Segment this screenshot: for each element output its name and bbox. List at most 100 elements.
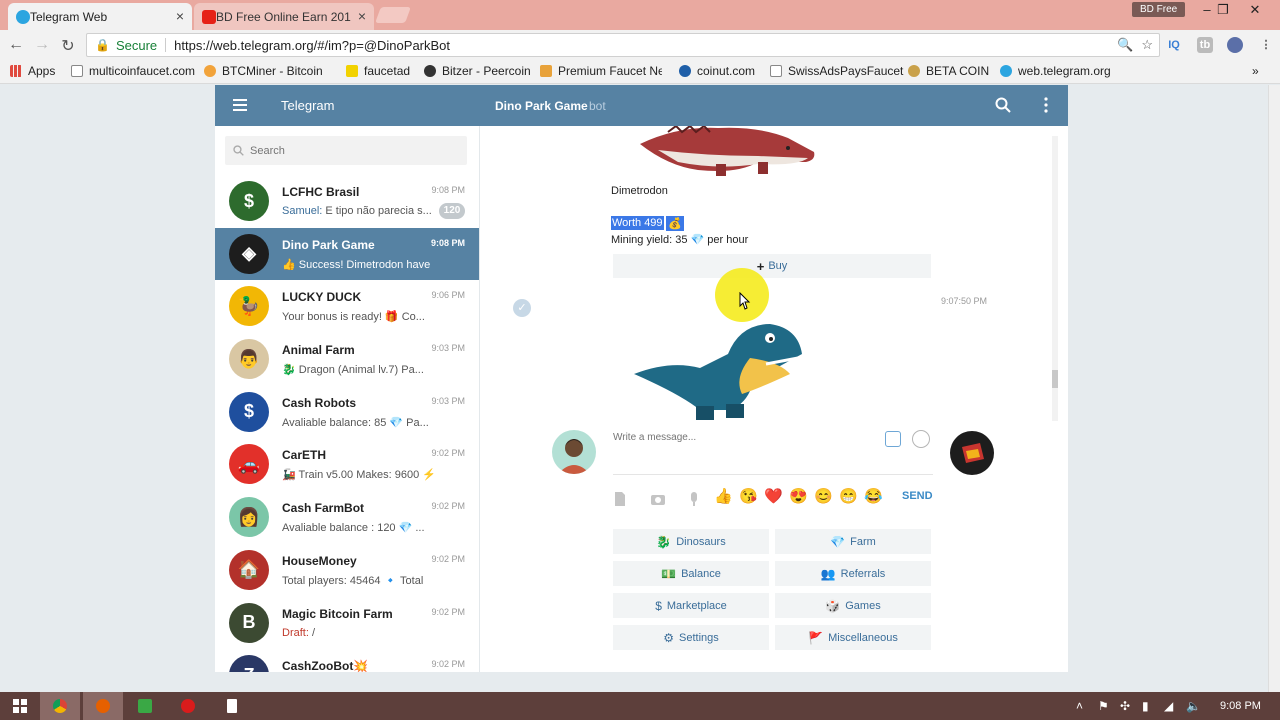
forward-icon[interactable]: → — [32, 36, 52, 54]
dialog-item[interactable]: B Magic Bitcoin Farm 9:02 PM Draft: / — [215, 597, 479, 650]
keyboard-button-balance[interactable]: 💵 Balance — [613, 561, 769, 586]
profile-badge[interactable]: BD Free — [1132, 2, 1186, 17]
bookmark-coinut[interactable]: coinut.com — [679, 64, 755, 78]
bookmark-swissads[interactable]: SwissAdsPaysFaucet — [770, 64, 903, 78]
bookmark-premium-faucet[interactable]: Premium Faucet Netw — [540, 64, 662, 78]
bookmark-apps[interactable]: Apps — [10, 64, 55, 78]
extension-shield-icon[interactable] — [1227, 37, 1243, 53]
message-input[interactable] — [613, 432, 871, 468]
tab-bd-free[interactable]: BD Free Online Earn 201 × — [194, 3, 374, 30]
dialog-name: CashZooBot💥 — [282, 659, 369, 672]
dialog-item[interactable]: 🏠 HouseMoney 9:02 PM Total players: 45464 🔹… — [215, 544, 479, 597]
my-avatar[interactable] — [552, 430, 596, 474]
keyboard-button-marketplace[interactable]: $ Marketplace — [613, 593, 769, 618]
search-input[interactable] — [250, 144, 450, 157]
search-box[interactable] — [225, 136, 467, 165]
send-button[interactable]: SEND — [902, 490, 933, 502]
taskbar-firefox[interactable] — [83, 692, 123, 720]
keyboard-button-settings[interactable]: ⚙ Settings — [613, 625, 769, 650]
attach-file-icon[interactable] — [612, 491, 628, 507]
chat-scrollbar[interactable] — [1052, 136, 1058, 421]
emoji-shortcut[interactable]: 😍 — [789, 488, 808, 506]
bookmark-telegram[interactable]: web.telegram.org — [1000, 64, 1111, 78]
tab-telegram-web[interactable]: Telegram Web × — [8, 3, 192, 30]
reload-icon[interactable]: ↻ — [58, 36, 78, 56]
emoji-shortcut[interactable]: ❤️ — [764, 488, 783, 506]
keyboard-button-farm[interactable]: 💎 Farm — [775, 529, 931, 554]
start-button[interactable] — [0, 692, 40, 720]
camera-icon[interactable] — [650, 491, 666, 507]
dinosaur-sticker[interactable] — [630, 314, 810, 422]
flag-icon[interactable]: ⚑ — [1098, 699, 1109, 713]
dialog-item[interactable]: 🦆 LUCKY DUCK 9:06 PM Your bonus is ready! 🎁… — [215, 280, 479, 333]
emoji-picker-icon[interactable] — [912, 430, 930, 448]
bookmark-bitzer[interactable]: Bitzer - Peercoin — [424, 64, 531, 78]
volume-icon[interactable]: 🔈 — [1186, 699, 1201, 713]
keyboard-button-dinosaurs[interactable]: 🐉 Dinosaurs — [613, 529, 769, 554]
dialog-preview: Avaliable balance : 120 💎 ... — [282, 521, 442, 534]
app-title[interactable]: Telegram — [281, 98, 334, 113]
search-icon[interactable] — [995, 97, 1011, 113]
keyboard-button-miscellaneous[interactable]: 🚩 Miscellaneous — [775, 625, 931, 650]
emoji-shortcut[interactable]: 😂 — [864, 488, 883, 506]
dialog-item[interactable]: 👩 Cash FarmBot 9:02 PM Avaliable balance : … — [215, 491, 479, 544]
close-tab-icon[interactable]: × — [176, 8, 184, 24]
microphone-icon[interactable] — [686, 491, 702, 507]
extension-iq-icon[interactable]: IQ — [1166, 37, 1182, 53]
restore-icon[interactable]: ❐ — [1208, 0, 1238, 20]
taskbar-camtasia[interactable] — [125, 692, 165, 720]
new-tab-button[interactable] — [375, 7, 411, 23]
dialog-item[interactable]: $ Cash Robots 9:03 PM Avaliable balance: 85… — [215, 386, 479, 439]
bookmark-btcminer[interactable]: BTCMiner - Bitcoin m — [204, 64, 326, 78]
chrome-menu-icon[interactable]: ⋮ — [1258, 37, 1274, 53]
chat-scrollbar-thumb[interactable] — [1052, 370, 1058, 388]
zoom-icon[interactable]: 🔍 — [1117, 37, 1133, 53]
url-text[interactable]: https://web.telegram.org/#/im?p=@DinoPar… — [174, 38, 450, 53]
back-icon[interactable]: ← — [6, 36, 26, 54]
youtube-favicon-icon — [202, 10, 216, 24]
buy-button[interactable]: + Buy — [613, 254, 931, 278]
dialog-item[interactable]: Z CashZooBot💥 9:02 PM — [215, 649, 479, 672]
dialog-preview-text: 🚂 Train v5.00 Makes: 9600 ⚡ — [282, 469, 436, 482]
tray-overflow-icon[interactable]: ˄ — [1076, 699, 1083, 713]
emoji-shortcut[interactable]: 😁 — [839, 488, 858, 506]
message-select-check-icon[interactable]: ✓ — [513, 299, 531, 317]
message-history[interactable]: Dimetrodon Worth 499 💰 Mining yield: 35 … — [480, 126, 1068, 422]
keyboard-button-games[interactable]: 🎲 Games — [775, 593, 931, 618]
taskbar-clock[interactable]: 9:08 PM — [1220, 700, 1261, 712]
keyboard-button-referrals[interactable]: 👥 Referrals — [775, 561, 931, 586]
address-bar[interactable]: 🔒 Secure https://web.telegram.org/#/im?p… — [86, 33, 1160, 57]
close-window-icon[interactable]: ✕ — [1240, 0, 1270, 20]
dialog-item[interactable]: 👨 Animal Farm 9:03 PM 🐉 Dragon (Animal lv.7… — [215, 333, 479, 386]
dialog-preview-text: E tipo não parecia s... — [322, 205, 432, 217]
bookmarks-overflow-icon[interactable]: » — [1252, 64, 1259, 78]
close-tab-icon[interactable]: × — [358, 8, 366, 24]
emoji-shortcut[interactable]: 😊 — [814, 488, 833, 506]
dialog-item[interactable]: ◈ Dino Park Game 9:08 PM 👍 Success! Dimetro… — [215, 227, 479, 281]
taskbar-opera[interactable] — [168, 692, 208, 720]
network-icon[interactable]: ◢ — [1164, 699, 1173, 713]
bookmark-star-icon[interactable]: ☆ — [1141, 37, 1153, 53]
dialog-item[interactable]: 🚗 CarETH 9:02 PM 🚂 Train v5.00 Makes: 9600 … — [215, 438, 479, 491]
bookmark-faucetad[interactable]: faucetad — [346, 64, 410, 78]
bookmark-multicoinfaucet[interactable]: multicoinfaucet.com — [71, 64, 195, 78]
page-scrollbar[interactable] — [1268, 85, 1280, 692]
peer-name[interactable]: Dino Park Game — [495, 99, 588, 113]
taskbar-chrome[interactable] — [40, 692, 80, 720]
extension-tb-icon[interactable]: tb — [1197, 37, 1213, 53]
battery-icon[interactable]: ▮ — [1142, 699, 1149, 713]
opera-icon — [181, 699, 195, 713]
tab-label: Telegram Web — [30, 9, 108, 24]
user-photo — [558, 439, 590, 474]
menu-icon[interactable] — [233, 99, 247, 111]
emoji-shortcut[interactable]: 😘 — [739, 488, 758, 506]
bot-commands-icon[interactable] — [885, 431, 901, 447]
bitzer-icon — [424, 65, 436, 77]
settings-tray-icon[interactable]: ✣ — [1120, 699, 1130, 713]
bookmark-beta-coin[interactable]: BETA COIN — [908, 64, 989, 78]
taskbar-notepad[interactable] — [212, 692, 252, 720]
peer-avatar[interactable] — [950, 431, 994, 475]
more-vertical-icon[interactable] — [1043, 97, 1049, 113]
dialog-item[interactable]: $ LCFHC Brasil 9:08 PM Samuel: E tipo não p… — [215, 175, 479, 228]
emoji-shortcut[interactable]: 👍 — [714, 488, 733, 506]
